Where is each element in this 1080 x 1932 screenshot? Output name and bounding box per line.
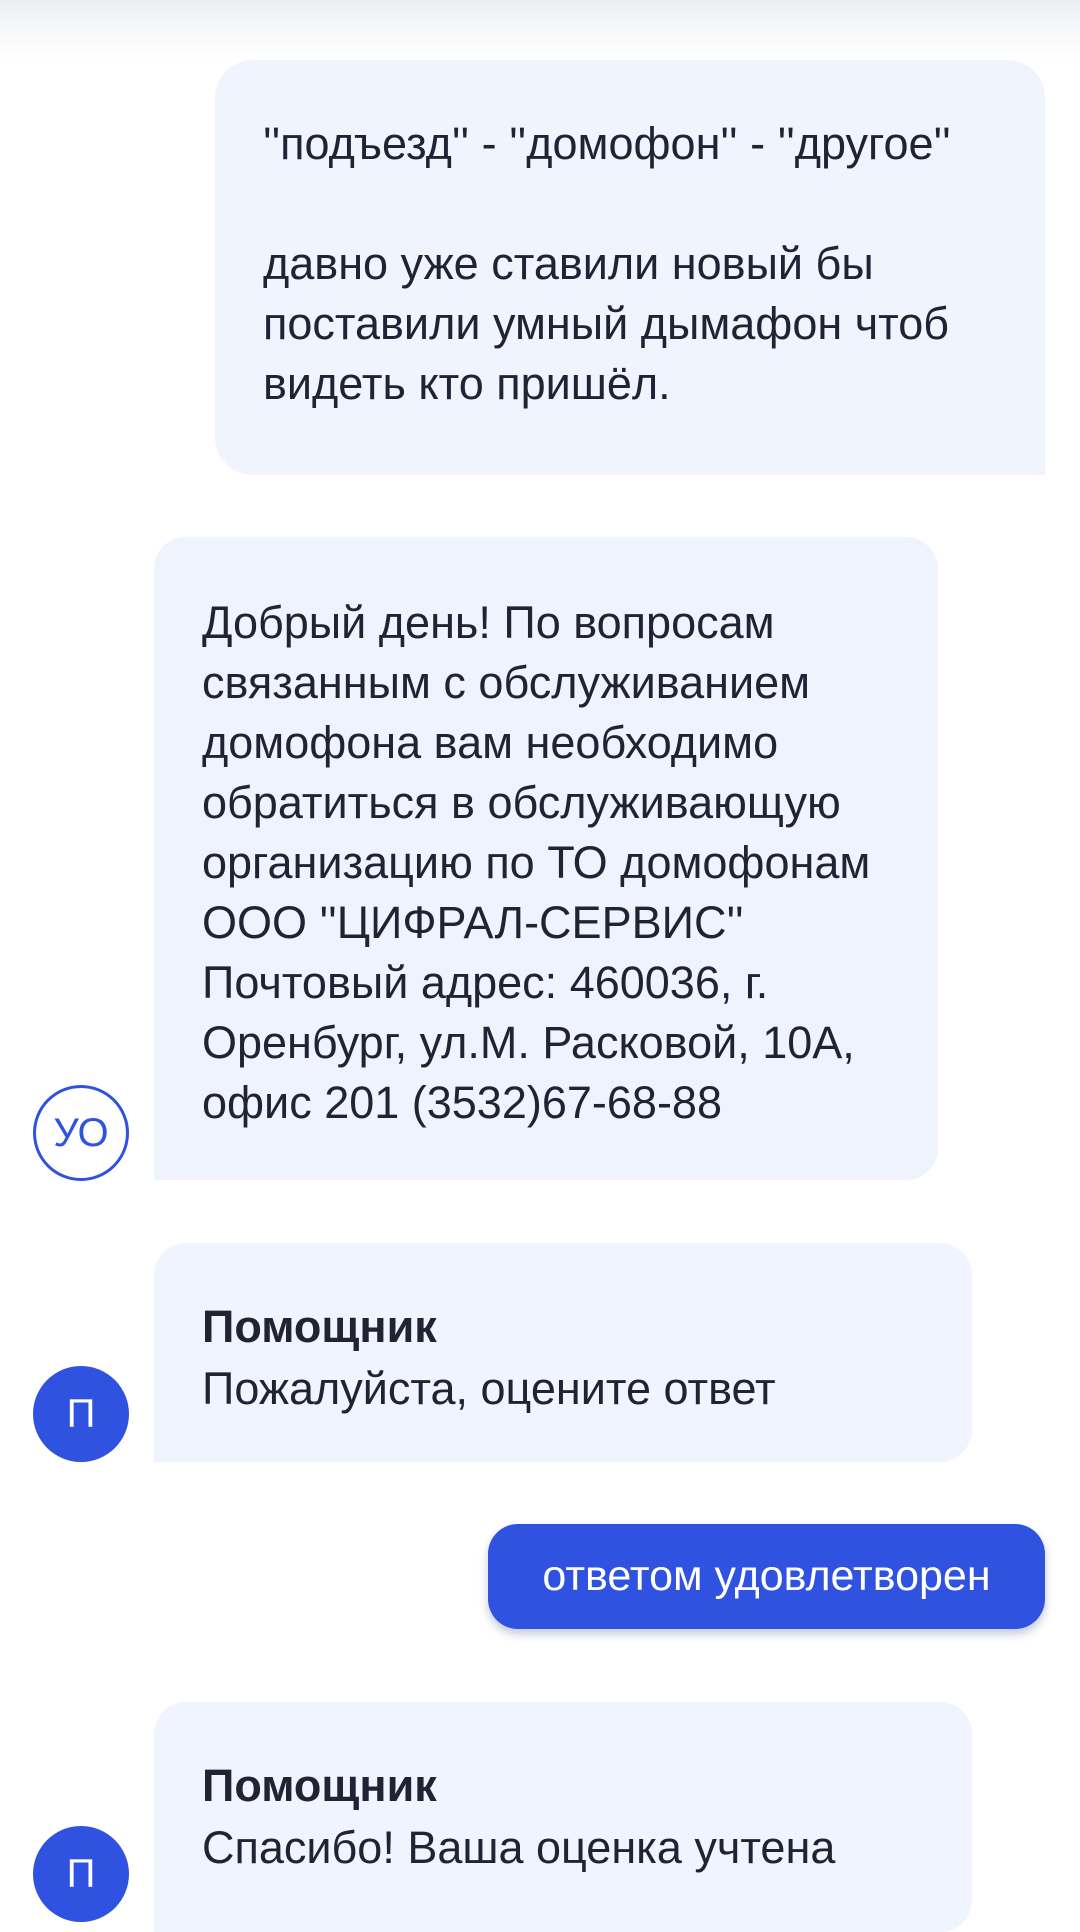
message-line: Добрый день! По вопросам [202, 597, 775, 648]
message-line: Почтовый адрес: 460036, г. [202, 957, 769, 1008]
message-line: видеть кто пришёл. [263, 358, 671, 409]
sender-name: Помощник [202, 1301, 437, 1352]
assistant-message-bubble: Помощник Пожалуйста, оцените ответ [154, 1243, 972, 1462]
operator-avatar: УО [33, 1085, 129, 1181]
operator-message-bubble: Добрый день! По вопросам связанным с обс… [154, 537, 938, 1180]
message-line: обратиться в обслуживающую [202, 777, 841, 828]
assistant-avatar: П [33, 1366, 129, 1462]
message-line: ''подъезд'' - ''домофон'' - ''другое'' [263, 118, 951, 169]
message-text: Спасибо! Ваша оценка учтена [202, 1822, 836, 1873]
assistant-avatar: П [33, 1826, 129, 1922]
message-line: офис 201 (3532)67-68-88 [202, 1077, 722, 1128]
message-line: связанным с обслуживанием [202, 657, 811, 708]
message-line: давно уже ставили новый бы [263, 238, 874, 289]
assistant-message-bubble: Помощник Спасибо! Ваша оценка учтена [154, 1702, 972, 1932]
user-reply-chip[interactable]: ответом удовлетворен [488, 1524, 1045, 1629]
message-line: организацию по ТО домофонам [202, 837, 871, 888]
message-text: Пожалуйста, оцените ответ [202, 1363, 776, 1414]
message-line: поставили умный дымафон чтоб [263, 298, 950, 349]
message-line: Оренбург, ул.М. Расковой, 10А, [202, 1017, 855, 1068]
top-bar-shadow [0, 0, 1080, 60]
message-line: домофона вам необходимо [202, 717, 779, 768]
user-message-bubble: ''подъезд'' - ''домофон'' - ''другое'' д… [215, 60, 1045, 475]
message-line: ООО ''ЦИФРАЛ-СЕРВИС'' [202, 897, 744, 948]
sender-name: Помощник [202, 1760, 437, 1811]
